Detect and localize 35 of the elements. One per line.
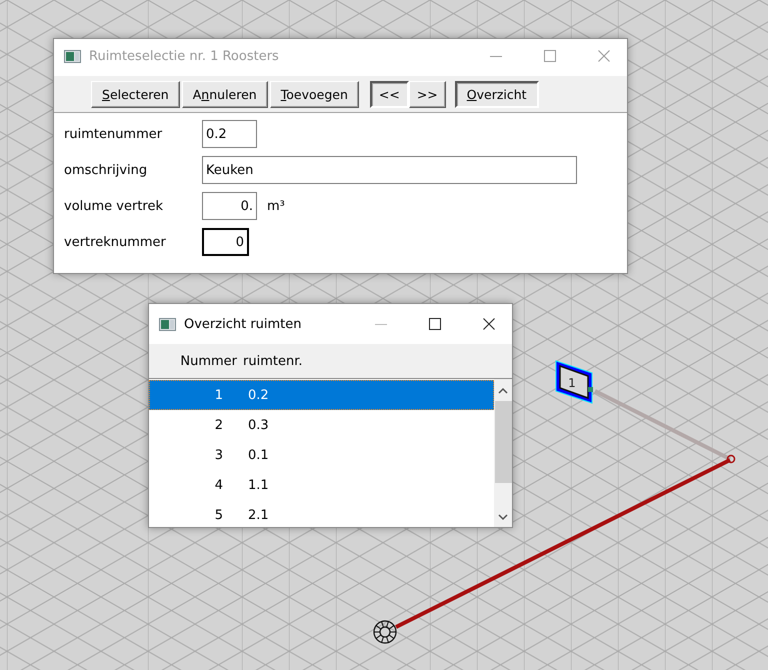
toolbar-button[interactable]: Selecteren: [91, 80, 180, 108]
toolbar-button[interactable]: Overzicht: [454, 80, 539, 108]
toolbar-button[interactable]: <<: [370, 80, 409, 108]
input-field[interactable]: 0.: [202, 192, 257, 220]
window-title: Overzicht ruimten: [184, 316, 303, 332]
window-icon: [159, 318, 176, 330]
window-icon: [64, 50, 81, 62]
toolbar-button[interactable]: >>: [408, 80, 446, 108]
window-title: Ruimteselectie nr. 1 Roosters: [89, 48, 280, 64]
toolbar-button[interactable]: Annuleren: [182, 80, 268, 108]
input-field[interactable]: Keuken: [202, 156, 577, 184]
maximize-icon[interactable]: [429, 318, 441, 330]
list-row[interactable]: 3 0.1: [149, 440, 494, 470]
close-icon[interactable]: [483, 318, 495, 330]
scrollbar[interactable]: [494, 379, 512, 527]
unit-label: m³: [267, 198, 285, 214]
field-label: ruimtenummer: [64, 126, 164, 142]
scroll-down-icon[interactable]: [498, 513, 508, 521]
list-row[interactable]: 1 0.2: [149, 380, 494, 410]
list-row[interactable]: 2 0.3: [149, 410, 494, 440]
list-row[interactable]: 4 1.1: [149, 470, 494, 500]
scroll-thumb[interactable]: [494, 401, 512, 483]
valve-icon: [373, 620, 397, 644]
column-header[interactable]: Nummer: [149, 354, 243, 368]
field-label: omschrijving: [64, 162, 148, 178]
input-field[interactable]: 0.2: [202, 120, 257, 148]
field-label: vertreknummer: [64, 234, 167, 250]
field-label: volume vertrek: [64, 198, 164, 214]
input-field[interactable]: 0: [202, 228, 249, 256]
room-tag[interactable]: 1: [556, 360, 593, 404]
column-header[interactable]: ruimtenr.: [243, 354, 302, 368]
scroll-up-icon[interactable]: [498, 387, 508, 395]
toolbar-button[interactable]: Toevoegen: [270, 80, 359, 108]
list-row[interactable]: 5 2.1: [149, 500, 494, 530]
node-marker: [726, 454, 736, 464]
